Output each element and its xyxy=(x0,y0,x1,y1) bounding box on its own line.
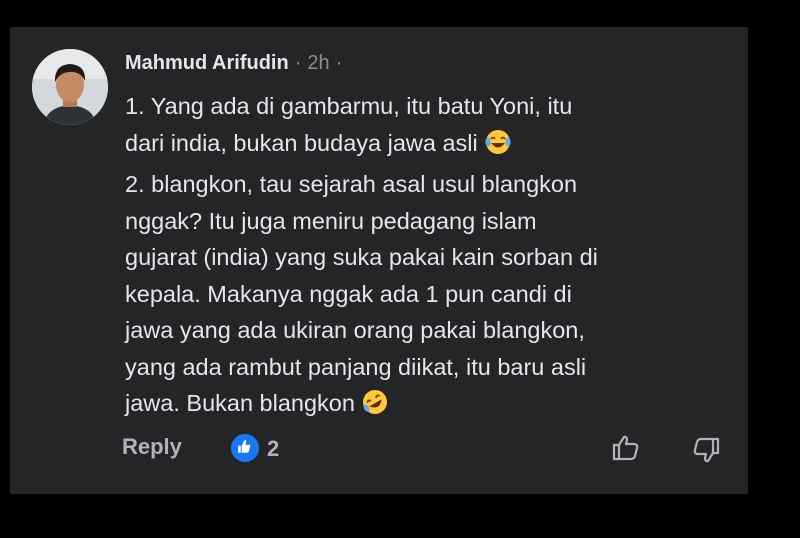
profile-photo xyxy=(32,49,108,125)
thumbs-down-icon[interactable] xyxy=(690,434,722,466)
comment-line: jawa. Bukan blangkon xyxy=(125,385,725,427)
author-name[interactable]: Mahmud Arifudin xyxy=(125,52,289,74)
reply-button[interactable]: Reply xyxy=(122,434,182,460)
comment-line: 2. blangkon, tau sejarah asal usul blang… xyxy=(125,171,578,197)
tears-of-joy-emoji-icon xyxy=(484,128,512,167)
comment-text: 1. Yang ada di gambarmu, itu batu Yoni, … xyxy=(125,88,725,427)
avatar[interactable] xyxy=(32,49,108,125)
comment-header: Mahmud Arifudin · 2h · xyxy=(125,52,342,75)
comment-line: dari india, bukan budaya jawa asli xyxy=(125,125,725,167)
reaction-count: 2 xyxy=(267,436,280,461)
separator-dot: · xyxy=(294,52,302,74)
comment-line: kepala. Makanya nggak ada 1 pun candi di xyxy=(125,280,572,307)
comment-line: jawa yang ada ukiran orang pakai blangko… xyxy=(125,317,585,343)
rolling-on-floor-laughing-emoji-icon xyxy=(361,388,389,427)
comment-line: yang ada rambut panjang diikat, itu baru… xyxy=(125,353,587,380)
thumbs-up-icon[interactable] xyxy=(610,432,642,464)
like-reaction-icon[interactable] xyxy=(230,433,260,463)
comment-timestamp[interactable]: 2h xyxy=(307,52,329,74)
comment-line: nggak? Itu juga meniru pedagang islam xyxy=(125,207,537,234)
comment-line: gujarat (india) yang suka pakai kain sor… xyxy=(125,244,598,270)
trailing-dot: · xyxy=(335,52,343,74)
comment-line: 1. Yang ada di gambarmu, itu batu Yoni, … xyxy=(125,93,573,119)
